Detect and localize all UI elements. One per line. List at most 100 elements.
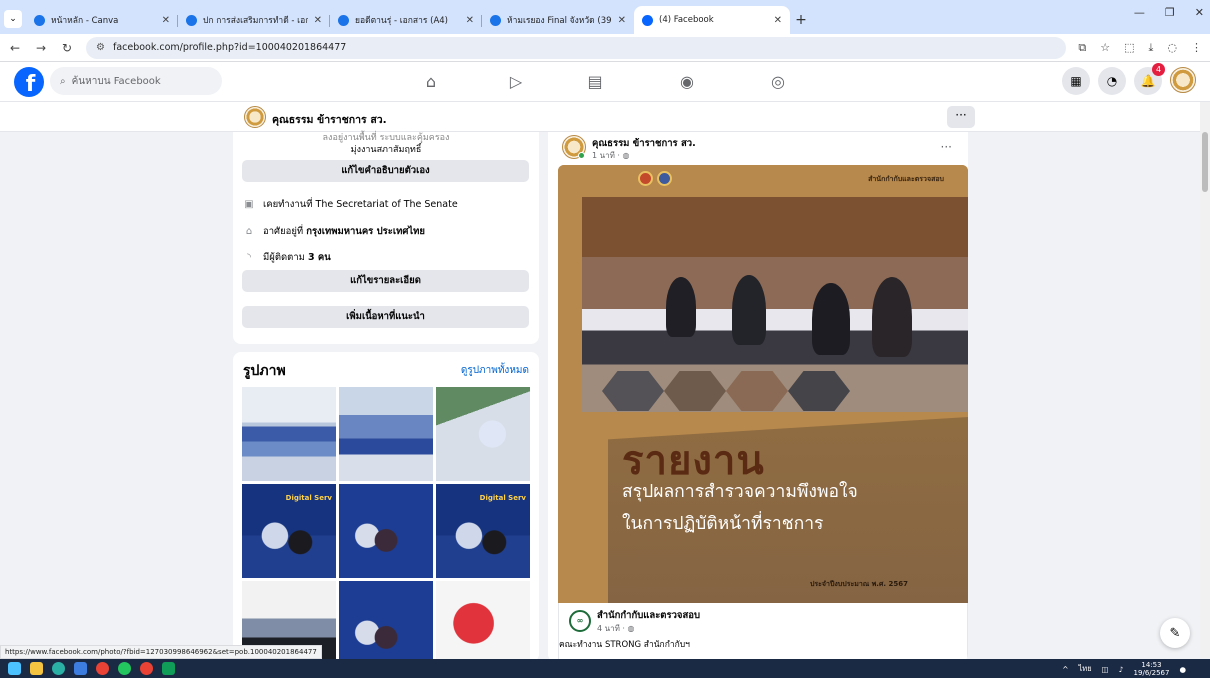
more-options-button[interactable]: ··· <box>947 106 975 128</box>
shared-timestamp[interactable]: 4 นาที · ◍ <box>597 622 634 635</box>
video-icon[interactable]: ▷ <box>501 67 531 95</box>
photo-thumbnail[interactable] <box>242 387 336 481</box>
shared-author-logo[interactable]: ∞ <box>569 610 591 632</box>
hexagon-photo <box>664 371 726 411</box>
profile-name[interactable]: คุณธรรม ข้าราชการ สว. <box>272 111 387 128</box>
back-icon[interactable]: ← <box>8 41 22 55</box>
photo-thumbnail[interactable] <box>339 387 433 481</box>
cast-icon[interactable]: ⧉ <box>1078 41 1086 55</box>
photo-thumbnail[interactable]: Digital Serv <box>242 484 336 578</box>
close-icon[interactable]: ✕ <box>162 15 170 26</box>
poster-fiscal-year: ประจำปีงบประมาณ พ.ศ. 2567 <box>809 580 908 588</box>
minimize-icon[interactable]: — <box>1134 6 1145 19</box>
edit-details-button[interactable]: แก้ไขรายละเอียด <box>242 270 529 292</box>
notification-center-icon[interactable]: ● <box>1179 665 1186 674</box>
browser-tab-doc-3[interactable]: ห้ามเรยอง Final จังหวัด (390 x 24 ✕ <box>482 6 634 34</box>
scrollbar-thumb[interactable] <box>1202 132 1208 192</box>
volume-icon[interactable]: ♪ <box>1119 665 1124 674</box>
browser-actions: ⧉ ☆ ⬚ ⤓ ◌ ⋮ <box>1078 41 1202 55</box>
windows-start-icon[interactable] <box>8 662 21 675</box>
reload-icon[interactable]: ↻ <box>60 41 74 55</box>
menu-grid-icon[interactable]: ▦ <box>1062 67 1090 95</box>
system-tray: ^ ไทย ◫ ♪ 14:53 19/6/2567 ● <box>1062 661 1186 677</box>
store-icon[interactable] <box>74 662 87 675</box>
bookmark-star-icon[interactable]: ☆ <box>1100 41 1110 55</box>
account-avatar[interactable] <box>1170 67 1196 93</box>
extensions-icon[interactable]: ⬚ <box>1124 41 1134 55</box>
hexagon-photo <box>726 371 788 411</box>
edit-bio-button[interactable]: แก้ไขคำอธิบายตัวเอง <box>242 160 529 182</box>
browser-tab-doc-1[interactable]: ปก การส่งเสริมการทำดี - เอกสาร (A4) ✕ <box>178 6 330 34</box>
page-scrollbar[interactable] <box>1200 102 1210 658</box>
search-placeholder: ค้นหาบน Facebook <box>71 75 161 87</box>
tab-title: ยอดีตานรุ่ - เอกสาร (A4) <box>355 16 448 26</box>
see-all-photos-link[interactable]: ดูรูปภาพทั้งหมด <box>461 363 529 378</box>
close-icon[interactable]: ✕ <box>774 15 782 26</box>
marketplace-icon[interactable]: ▤ <box>580 67 610 95</box>
close-icon[interactable]: ✕ <box>618 15 626 26</box>
clock[interactable]: 14:53 19/6/2567 <box>1134 661 1170 677</box>
profile-icon[interactable]: ◌ <box>1167 41 1177 55</box>
edge-browser-icon[interactable] <box>52 662 65 675</box>
kebab-menu-icon[interactable]: ⋮ <box>1191 41 1202 55</box>
facebook-search-input[interactable]: ⌕ ค้นหาบน Facebook <box>50 67 222 95</box>
post-image[interactable]: สำนักกำกับและตรวจสอบ รายงาน สรุปผลการสำร… <box>558 165 968 603</box>
chevron-up-icon[interactable]: ^ <box>1062 665 1068 674</box>
tab-title: ปก การส่งเสริมการทำดี - เอกสาร (A4) <box>203 16 308 26</box>
shared-author-name[interactable]: สำนักกำกับและตรวจสอบ <box>597 608 700 623</box>
browser-tab-facebook[interactable]: (4) Facebook ✕ <box>634 6 790 34</box>
post-timestamp[interactable]: 1 นาที · ◍ <box>592 149 629 162</box>
facebook-logo-icon[interactable]: f <box>14 67 44 97</box>
chrome-icon[interactable] <box>96 662 109 675</box>
chrome-profile-icon[interactable] <box>140 662 153 675</box>
messenger-icon[interactable]: ◔ <box>1098 67 1126 95</box>
profile-avatar[interactable] <box>244 106 266 128</box>
followers-count[interactable]: 3 คน <box>308 252 331 263</box>
photo-thumbnail[interactable] <box>339 484 433 578</box>
url-text: facebook.com/profile.php?id=100040201864… <box>112 42 347 53</box>
photo-thumbnail[interactable] <box>339 581 433 662</box>
close-window-icon[interactable]: ✕ <box>1195 6 1204 19</box>
photo-thumbnail[interactable] <box>436 581 530 662</box>
restore-icon[interactable]: ❐ <box>1165 6 1175 19</box>
poster-subtitle: ในการปฏิบัติหน้าที่ราชการ <box>622 514 824 534</box>
bio-line: ลงอยู่งานพื้นที่ ระบบและคุ้มครอง <box>322 133 450 143</box>
home-icon[interactable]: ⌂ <box>416 67 446 95</box>
search-icon: ⌕ <box>60 75 66 87</box>
download-icon[interactable]: ⤓ <box>1149 41 1154 55</box>
globe-icon: ◍ <box>622 151 630 160</box>
add-featured-button[interactable]: เพิ่มเนื้อหาที่แนะนำ <box>242 306 529 328</box>
tab-title: ห้ามเรยอง Final จังหวัด (390 x 24 <box>507 16 612 26</box>
photo-thumbnail[interactable] <box>436 387 530 481</box>
groups-icon[interactable]: ◉ <box>672 67 702 95</box>
close-icon[interactable]: ✕ <box>314 15 322 26</box>
notifications-bell-icon[interactable]: 🔔 4 <box>1134 63 1165 95</box>
network-icon[interactable]: ◫ <box>1102 665 1109 674</box>
office-seal-icon <box>657 171 672 186</box>
facebook-account-actions: ▦ ◔ 🔔 4 <box>1062 63 1196 95</box>
lives-place[interactable]: กรุงเทพมหานคร ประเทศไทย <box>306 226 425 237</box>
site-info-icon[interactable]: ⚙ <box>96 42 105 53</box>
clock-date: 19/6/2567 <box>1133 669 1170 677</box>
forward-icon[interactable]: → <box>34 41 48 55</box>
new-message-button[interactable]: ✎ <box>1160 618 1190 648</box>
canva-favicon-icon <box>338 14 349 26</box>
address-bar[interactable]: ⚙ facebook.com/profile.php?id=1000402018… <box>86 36 1067 59</box>
input-language[interactable]: ไทย <box>1079 663 1092 675</box>
line-app-icon[interactable] <box>162 662 175 675</box>
close-icon[interactable]: ✕ <box>466 15 474 26</box>
photo-thumbnail[interactable]: Digital Serv <box>436 484 530 578</box>
photo-hexagons <box>602 371 850 411</box>
gaming-icon[interactable]: ◎ <box>763 67 793 95</box>
post-time-text: 1 นาที · <box>592 151 623 160</box>
work-place[interactable]: The Secretariat of The Senate <box>316 199 458 210</box>
facebook-favicon-icon <box>642 14 653 26</box>
app-icon[interactable] <box>118 662 131 675</box>
new-tab-button[interactable]: + <box>790 6 812 34</box>
post-options-icon[interactable]: ··· <box>941 140 952 154</box>
tab-search-button[interactable]: ⌄ <box>0 4 26 34</box>
bio-line: มุ่งงานสภาสัมฤทธิ์ <box>350 145 422 155</box>
file-explorer-icon[interactable] <box>30 662 43 675</box>
browser-tab-canva[interactable]: หน้าหลัก - Canva ✕ <box>26 6 178 34</box>
browser-tab-doc-2[interactable]: ยอดีตานรุ่ - เอกสาร (A4) ✕ <box>330 6 482 34</box>
